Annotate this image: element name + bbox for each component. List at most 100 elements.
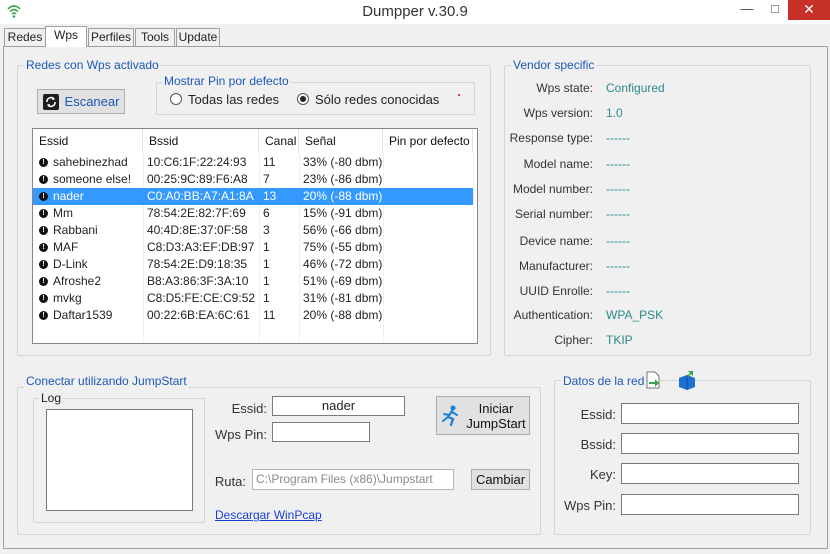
jumpstart-essid-label: Essid: xyxy=(231,401,267,416)
network-essid-field[interactable] xyxy=(621,403,799,424)
network-info-icon: ! xyxy=(39,209,48,218)
cell-canal: 11 xyxy=(263,155,276,169)
table-row[interactable]: ! someone else! 00:25:9C:89:F6:A8 7 23% (-86… xyxy=(33,171,473,188)
jumpstart-wpspin-field[interactable] xyxy=(272,422,370,442)
networks-list[interactable]: Essid Bssid Canal Señal Pin por defecto … xyxy=(32,128,478,344)
radio-known-networks-label: Sólo redes conocidas xyxy=(315,92,440,107)
vendor-group-title: Vendor specific xyxy=(511,58,597,72)
upload-box-icon[interactable] xyxy=(677,370,697,393)
minimize-button[interactable]: — xyxy=(734,0,760,20)
cell-canal: 3 xyxy=(263,223,270,237)
export-document-icon[interactable] xyxy=(644,371,662,392)
download-winpcap-link[interactable]: Descargar WinPcap xyxy=(215,508,322,522)
default-pin-group-title: Mostrar Pin por defecto xyxy=(162,74,291,88)
vendor-field-value: ------ xyxy=(606,259,630,273)
cell-essid: Afroshe2 xyxy=(53,274,102,288)
table-row[interactable]: ! Afroshe2 B8:A3:86:3F:3A:10 1 51% (-69 dbm) xyxy=(33,273,473,290)
cell-essid: Rabbani xyxy=(53,223,98,237)
vendor-field-value: Configured xyxy=(606,81,665,95)
table-row[interactable]: ! Mm 78:54:2E:82:7F:69 6 15% (-91 dbm) xyxy=(33,205,473,222)
cell-bssid: C8:D3:A3:EF:DB:97 xyxy=(147,240,255,254)
cell-bssid: B8:A3:86:3F:3A:10 xyxy=(147,274,249,288)
ruta-field[interactable]: C:\Program Files (x86)\Jumpstart xyxy=(252,469,454,490)
cell-canal: 11 xyxy=(263,308,276,322)
network-info-icon: ! xyxy=(39,311,48,320)
column-header-bssid[interactable]: Bssid xyxy=(143,129,259,153)
cell-bssid: 40:4D:8E:37:0F:58 xyxy=(147,223,248,237)
cell-essid: nader xyxy=(53,189,84,203)
vendor-field-label: Model number: xyxy=(512,182,593,196)
vendor-field-value: TKIP xyxy=(606,333,633,347)
column-header-essid[interactable]: Essid xyxy=(33,129,143,153)
tab-tools[interactable]: Tools xyxy=(135,28,175,46)
change-path-button[interactable]: Cambiar xyxy=(471,469,530,490)
cell-essid: MAF xyxy=(53,240,79,254)
cell-essid: D-Link xyxy=(53,257,88,271)
vendor-field-label: Model name: xyxy=(523,157,593,171)
column-header-canal[interactable]: Canal xyxy=(259,129,299,153)
table-row[interactable]: ! Daftar1539 00:22:6B:EA:6C:61 11 20% (-88 d… xyxy=(33,307,473,324)
start-jumpstart-line2: JumpStart xyxy=(466,415,526,431)
cell-canal: 1 xyxy=(263,257,270,271)
cell-canal: 7 xyxy=(263,172,270,186)
maximize-button[interactable]: □ xyxy=(762,0,788,20)
cell-bssid: 10:C6:1F:22:24:93 xyxy=(147,155,247,169)
radio-all-networks-label: Todas las redes xyxy=(188,92,280,107)
start-jumpstart-line1: Iniciar xyxy=(478,400,514,416)
tab-perfiles[interactable]: Perfiles xyxy=(88,28,134,46)
radio-known-networks[interactable] xyxy=(297,93,309,105)
cell-bssid: 00:22:6B:EA:6C:61 xyxy=(147,308,250,322)
table-row[interactable]: ! mvkg C8:D5:FE:CE:C9:52 1 31% (-81 dbm) xyxy=(33,290,473,307)
tab-wps[interactable]: Wps xyxy=(45,26,87,47)
vendor-field-value: ------ xyxy=(606,284,630,298)
close-button[interactable]: ✕ xyxy=(788,0,830,20)
tab-redes[interactable]: Redes xyxy=(4,28,46,46)
table-row[interactable]: ! MAF C8:D3:A3:EF:DB:97 1 75% (-55 dbm) xyxy=(33,239,473,256)
table-row[interactable]: ! nader C0:A0:BB:A7:A1:8A 13 20% (-88 dbm) xyxy=(33,188,473,205)
cell-canal: 1 xyxy=(263,240,270,254)
refresh-icon xyxy=(42,93,59,110)
vendor-field-label: Serial number: xyxy=(514,207,593,221)
network-wpspin-field[interactable] xyxy=(621,494,799,515)
tab-update[interactable]: Update xyxy=(176,28,220,46)
cell-canal: 13 xyxy=(263,189,277,203)
table-row[interactable]: ! D-Link 78:54:2E:D9:18:35 1 46% (-72 dbm) xyxy=(33,256,473,273)
cell-senal: 56% (-66 dbm) xyxy=(303,223,383,237)
vendor-field-label: Wps state: xyxy=(536,81,593,95)
cell-senal: 15% (-91 dbm) xyxy=(303,206,383,220)
network-info-icon: ! xyxy=(39,226,48,235)
network-info-icon: ! xyxy=(39,243,48,252)
network-info-icon: ! xyxy=(39,294,48,303)
cell-essid: Daftar1539 xyxy=(53,308,113,322)
cell-senal: 33% (-80 dbm) xyxy=(303,155,383,169)
cell-bssid: 78:54:2E:82:7F:69 xyxy=(147,206,246,220)
vendor-field-label: Manufacturer: xyxy=(518,259,593,273)
table-row[interactable]: ! sahebinezhad 10:C6:1F:22:24:93 11 33% (-80… xyxy=(33,154,473,171)
jumpstart-essid-field[interactable]: nader xyxy=(272,396,405,416)
vendor-field-label: Cipher: xyxy=(554,333,593,347)
network-info-icon: ! xyxy=(39,175,48,184)
vendor-field-label: Device name: xyxy=(519,234,593,248)
radio-all-networks[interactable] xyxy=(170,93,182,105)
network-data-group-title: Datos de la red xyxy=(561,374,647,388)
vendor-field-label: Wps version: xyxy=(523,106,593,120)
network-key-field[interactable] xyxy=(621,463,799,484)
vendor-field-value: ------ xyxy=(606,182,630,196)
start-jumpstart-button[interactable]: Iniciar JumpStart xyxy=(436,396,530,435)
network-info-icon: ! xyxy=(39,192,48,201)
network-bssid-field[interactable] xyxy=(621,433,799,454)
cell-bssid: C0:A0:BB:A7:A1:8A xyxy=(147,189,254,203)
cell-essid: mvkg xyxy=(53,291,82,305)
scan-button[interactable]: Escanear xyxy=(37,89,125,114)
log-textarea[interactable] xyxy=(46,409,193,511)
table-row[interactable]: ! Rabbani 40:4D:8E:37:0F:58 3 56% (-66 dbm) xyxy=(33,222,473,239)
log-group-title: Log xyxy=(39,391,64,405)
vendor-field-value: ------ xyxy=(606,234,630,248)
cell-essid: someone else! xyxy=(53,172,132,186)
column-header-senal[interactable]: Señal xyxy=(299,129,383,153)
jumpstart-runner-icon xyxy=(440,404,462,428)
network-key-label: Key: xyxy=(589,467,616,482)
cell-canal: 6 xyxy=(263,206,270,220)
cell-senal: 23% (-86 dbm) xyxy=(303,172,383,186)
cell-canal: 1 xyxy=(263,274,270,288)
